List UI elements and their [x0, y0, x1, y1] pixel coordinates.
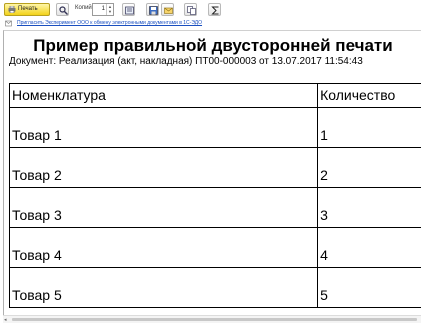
scrollbar-thumb[interactable]	[12, 318, 417, 321]
table-cell-qty: 1	[317, 107, 421, 148]
column-header-nomenclature: Номенклатура	[8, 83, 319, 108]
table-row: Товар 4 4	[8, 227, 421, 268]
table-cell-qty: 4	[317, 227, 421, 268]
page-settings-icon	[125, 6, 134, 15]
scroll-left-icon[interactable]: ◂	[4, 317, 7, 323]
table-cell-name: Товар 4	[8, 227, 319, 268]
stepper-down-icon[interactable]: ▼	[107, 9, 113, 14]
invite-row: Пригласить Эксперимент ООО к обмену элек…	[0, 19, 424, 30]
table-row: Товар 1 1	[8, 107, 421, 148]
copy-icon	[187, 6, 196, 15]
document-title: Пример правильной двусторонней печати	[33, 36, 393, 55]
table-cell-name: Товар 3	[8, 187, 319, 228]
email-button[interactable]	[161, 3, 174, 16]
toolbar: Печать Копий: 1 ▲ ▼	[0, 0, 424, 19]
edo-invite-icon	[5, 20, 12, 27]
document-subtitle: Документ: Реализация (акт, накладная) ПТ…	[9, 56, 363, 67]
sigma-icon	[211, 6, 219, 15]
print-button[interactable]: Печать	[4, 3, 50, 16]
floppy-disk-icon	[149, 6, 158, 15]
table-cell-name: Товар 5	[8, 267, 319, 308]
print-button-label: Печать	[18, 6, 38, 12]
table-cell-name: Товар 2	[8, 147, 319, 188]
copies-value: 1	[101, 6, 105, 12]
copies-label: Копий:	[75, 5, 94, 11]
print-preview-document: Пример правильной двусторонней печати До…	[3, 30, 421, 315]
sum-button[interactable]	[208, 3, 221, 16]
table-row: Товар 3 3	[8, 187, 421, 228]
printer-icon	[8, 6, 16, 13]
goods-table: Номенклатура Количество Товар 1 1 Товар …	[8, 83, 421, 308]
envelope-icon	[164, 7, 173, 14]
copies-stepper[interactable]: ▲ ▼	[106, 4, 113, 15]
table-cell-qty: 2	[317, 147, 421, 188]
save-button[interactable]	[146, 3, 159, 16]
copy-button[interactable]	[184, 3, 197, 16]
column-header-quantity: Количество	[317, 83, 421, 108]
horizontal-scrollbar[interactable]: ◂	[3, 315, 421, 323]
magnifier-icon	[59, 6, 68, 15]
table-cell-qty: 3	[317, 187, 421, 228]
page-setup-button[interactable]	[122, 3, 135, 16]
table-cell-qty: 5	[317, 267, 421, 308]
invite-edo-link[interactable]: Пригласить Эксперимент ООО к обмену элек…	[17, 20, 202, 26]
table-header-row: Номенклатура Количество	[8, 83, 421, 108]
preview-button[interactable]	[56, 3, 69, 16]
table-row: Товар 5 5	[8, 267, 421, 308]
table-row: Товар 2 2	[8, 147, 421, 188]
table-cell-name: Товар 1	[8, 107, 319, 148]
